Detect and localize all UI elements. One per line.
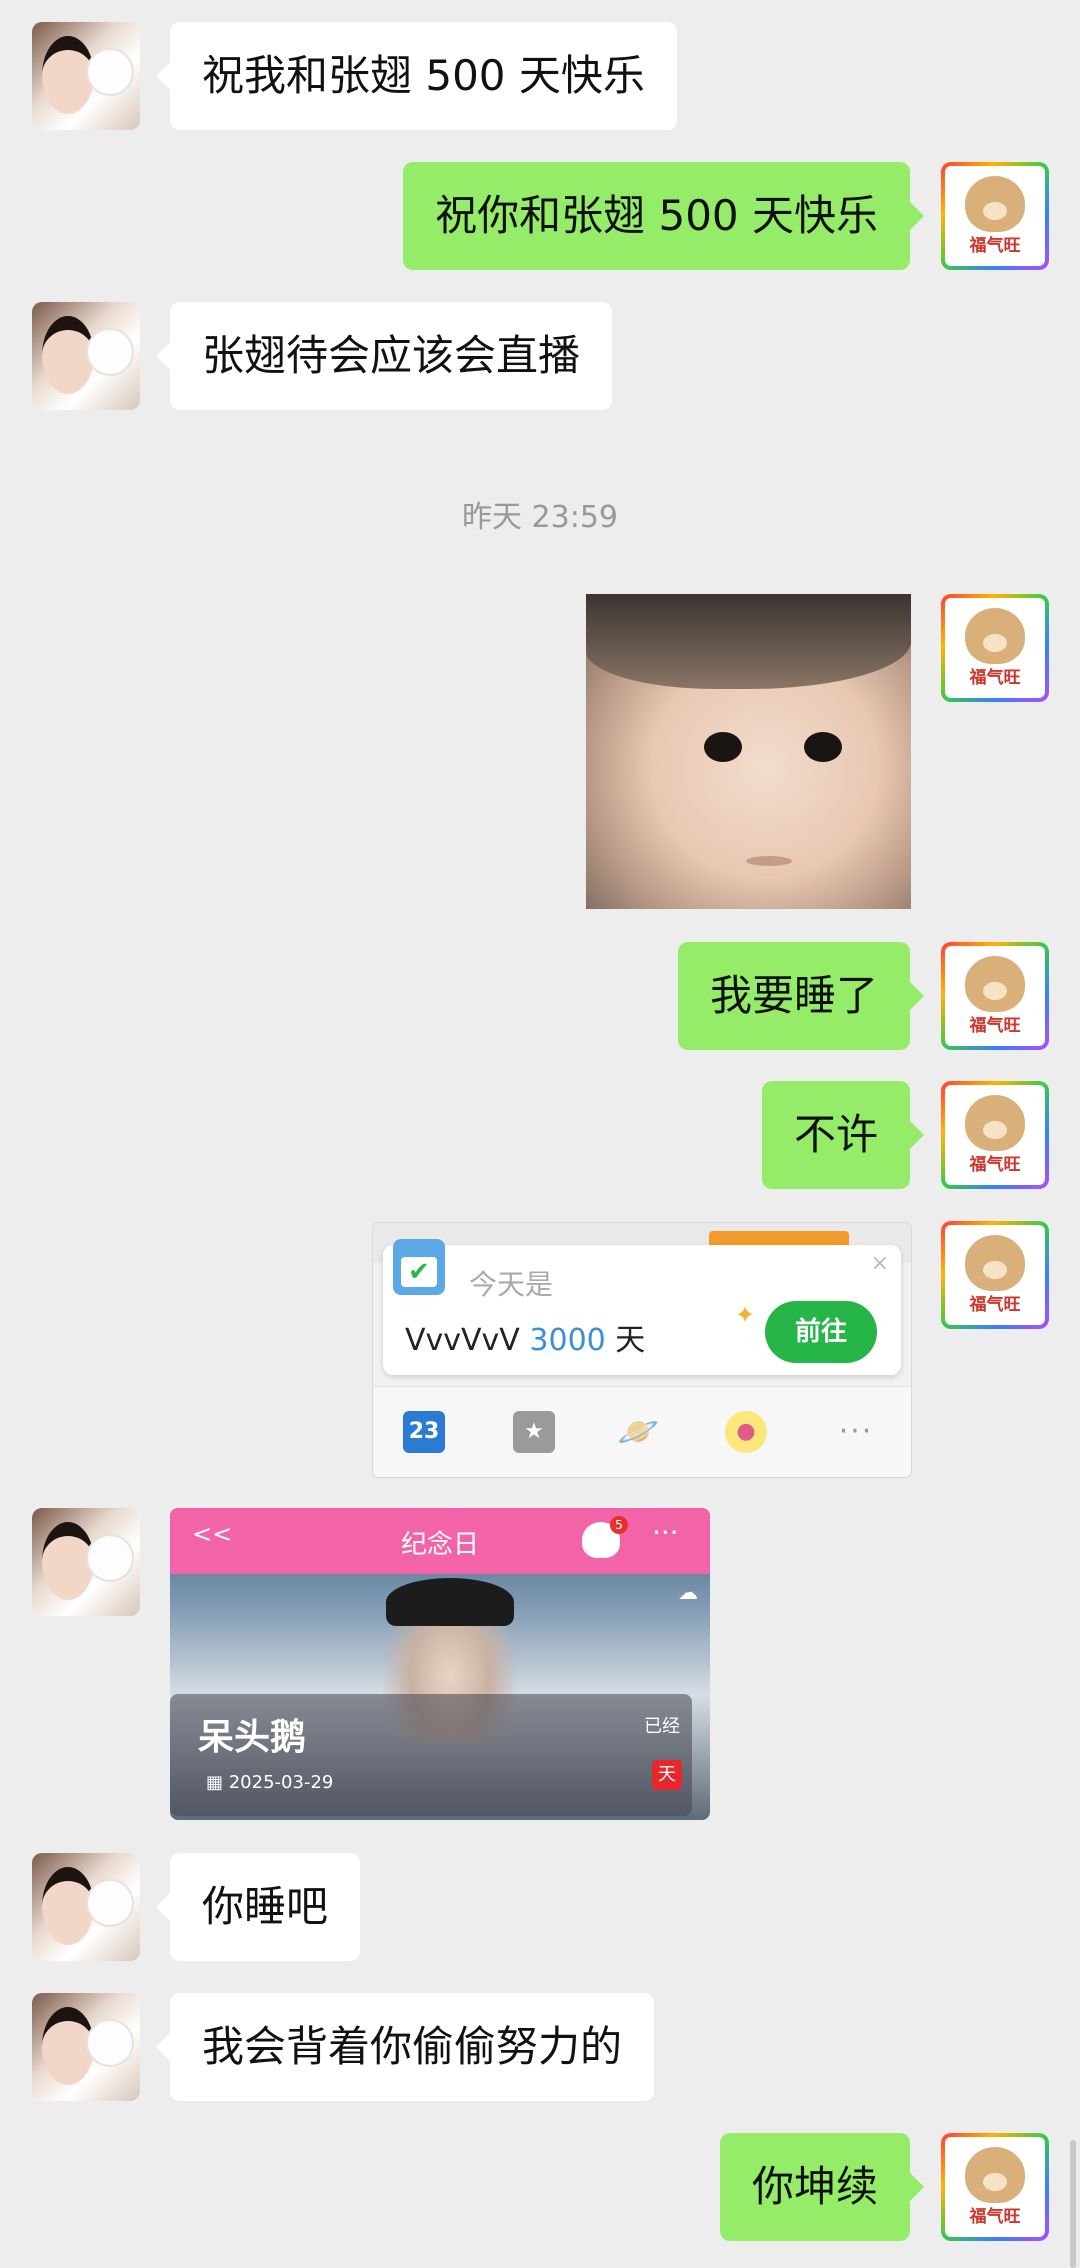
- message-timestamp: 昨天 23:59: [462, 500, 618, 535]
- passed-label: 已经: [644, 1716, 680, 1737]
- calendar-icon: ▦: [206, 1772, 229, 1793]
- image-message[interactable]: [586, 594, 911, 909]
- badge-count: 5: [610, 1516, 628, 1534]
- my-avatar[interactable]: 福气旺: [941, 2133, 1049, 2241]
- my-avatar[interactable]: 福气旺: [941, 1221, 1049, 1329]
- app-tab-bar: 23 ★ 🪐 ● ···: [373, 1386, 911, 1477]
- my-avatar[interactable]: 福气旺: [941, 1081, 1049, 1189]
- anniversary-image-message[interactable]: << 纪念日 5 ··· ☁ 呆头鹅 ▦ 2025-03-29 已经 天: [170, 1508, 710, 1820]
- message-bubble[interactable]: 我会背着你偷偷努力的: [155, 1993, 655, 2101]
- contact-avatar[interactable]: [32, 1993, 140, 2101]
- go-button: 前往: [765, 1301, 877, 1363]
- calendar-check-icon: ✔: [393, 1239, 445, 1295]
- anniversary-title: 纪念日: [400, 1530, 479, 1560]
- message-bubble[interactable]: 我要睡了: [677, 942, 925, 1050]
- contact-avatar[interactable]: [32, 302, 140, 410]
- message-bubble[interactable]: 祝我和张翅 500 天快乐: [156, 22, 677, 130]
- contact-avatar[interactable]: [32, 1508, 140, 1616]
- icecream-icon: ●: [725, 1411, 767, 1453]
- my-avatar[interactable]: 福气旺: [941, 162, 1049, 270]
- day-badge: 天: [652, 1760, 682, 1790]
- message-bubble[interactable]: 你睡吧: [155, 1853, 361, 1961]
- days-line: VvvVvV 3000 天: [405, 1315, 645, 1359]
- calendar-tab-icon: 23: [403, 1411, 445, 1453]
- anniversary-date: ▦ 2025-03-29: [206, 1772, 334, 1793]
- cloud-icon: ☁: [678, 1580, 698, 1604]
- message-bubble[interactable]: 不许: [761, 1081, 925, 1189]
- my-avatar[interactable]: 福气旺: [941, 942, 1049, 1050]
- message-bubble[interactable]: 祝你和张翅 500 天快乐: [403, 162, 924, 270]
- more-icon: ···: [652, 1516, 679, 1549]
- countdown-card: ✔ 今天是 × VvvVvV 3000 天 ✦ 前往: [383, 1239, 901, 1375]
- star-list-icon: ★: [513, 1411, 555, 1453]
- ghost-icon: 5: [582, 1516, 628, 1558]
- more-icon: ···: [838, 1414, 874, 1449]
- contact-avatar[interactable]: [32, 22, 140, 130]
- contact-avatar[interactable]: [32, 1853, 140, 1961]
- close-icon: ×: [870, 1251, 889, 1276]
- today-label: 今天是: [469, 1268, 554, 1301]
- sparkle-icon: ✦: [735, 1301, 756, 1329]
- scrollbar[interactable]: [1070, 2140, 1076, 2268]
- screenshot-image-message[interactable]: ✔ 今天是 × VvvVvV 3000 天 ✦ 前往 23 ★ 🪐 ● ···: [372, 1222, 912, 1478]
- anniversary-name: 呆头鹅: [198, 1717, 307, 1758]
- avatar-label: 福气旺: [969, 236, 1021, 256]
- user-name: VvvVvV: [405, 1323, 520, 1358]
- message-bubble[interactable]: 你坤续: [719, 2133, 925, 2241]
- days-count: 3000: [529, 1323, 606, 1358]
- message-bubble[interactable]: 张翅待会应该会直播: [155, 302, 613, 410]
- planet-icon: 🪐: [617, 1412, 660, 1452]
- day-unit: 天: [615, 1323, 646, 1358]
- my-avatar[interactable]: 福气旺: [941, 594, 1049, 702]
